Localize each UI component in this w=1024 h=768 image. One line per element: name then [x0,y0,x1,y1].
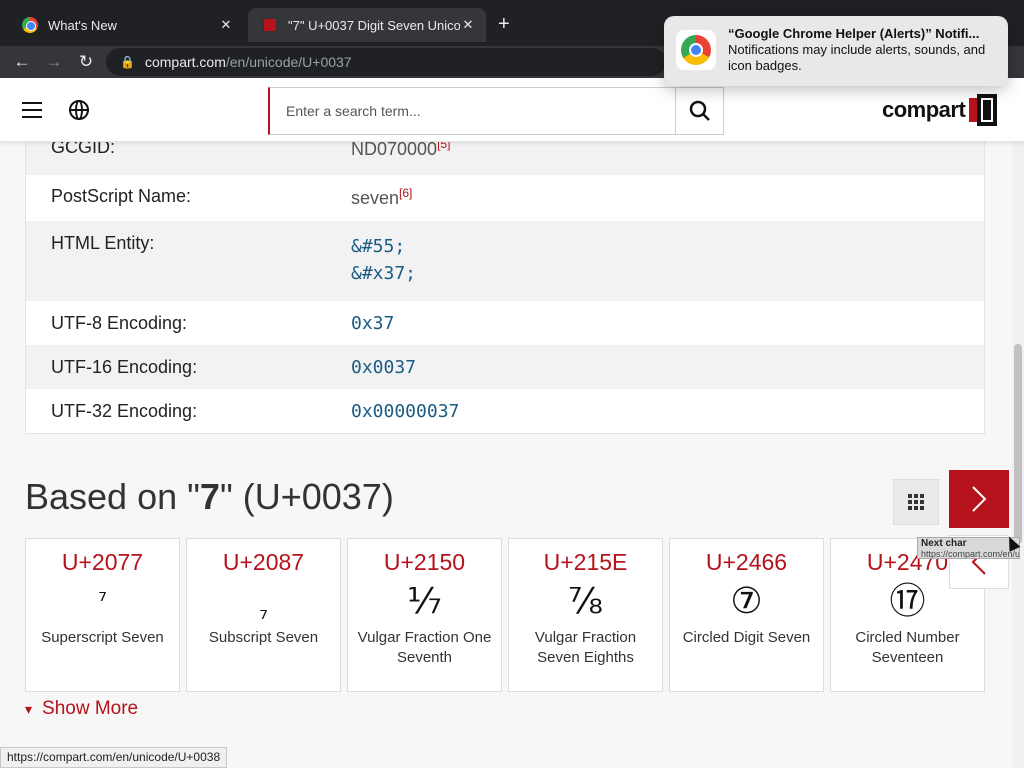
show-more-label: Show More [42,698,139,719]
info-row-utf8: UTF-8 Encoding: 0x37 [26,301,984,345]
tab-title: What's New [48,17,117,33]
card-name: Subscript Seven [208,629,319,646]
url-path: /en/unicode/U+0037 [225,54,352,70]
compart-favicon-icon [262,17,278,33]
search-bar [268,87,724,135]
info-key: UTF-32 Encoding: [51,401,198,421]
card-code: U+2466 [705,549,788,575]
card-glyph: ₇ [259,600,268,625]
close-tab-icon[interactable]: ✕ [218,17,234,33]
info-key: UTF-16 Encoding: [51,357,198,377]
search-button[interactable] [675,88,723,134]
notification-body: Notifications may include alerts, sounds… [728,42,986,73]
notification-title: “Google Chrome Helper (Alerts)” Notifi..… [728,26,980,41]
forward-arrow-icon[interactable]: → [42,50,66,74]
chevron-right-icon [972,486,987,512]
compart-logo[interactable]: compart [882,94,998,126]
entity-decimal: &#55; [351,236,406,257]
grid-view-button[interactable] [893,479,939,525]
menu-icon[interactable] [22,102,42,118]
related-characters-carousel: U+2077 ⁷ Superscript Seven U+2087 ₇ Subs… [25,538,985,692]
search-input[interactable] [270,88,675,134]
character-card[interactable]: U+215E ⅞ Vulgar Fraction Seven Eighths [508,538,663,692]
info-value: seven[6] [351,186,413,208]
info-key: UTF-8 Encoding: [51,313,188,333]
reload-icon[interactable]: ↻ [74,50,98,74]
close-tab-icon[interactable]: ✕ [460,17,476,33]
info-value: ND070000[5] [351,142,450,160]
tab-whats-new[interactable]: What's New ✕ [8,8,244,42]
info-row-gcgid: GCGID: ND070000[5] [26,142,984,175]
info-row-postscript: PostScript Name: seven[6] [26,175,984,221]
notification-text: “Google Chrome Helper (Alerts)” Notifi..… [728,26,996,76]
info-key: GCGID: [51,142,116,157]
card-name: Superscript Seven [41,629,164,646]
info-row-utf16: UTF-16 Encoding: 0x0037 [26,345,984,389]
character-card[interactable]: U+2150 ⅐ Vulgar Fraction One Seventh [347,538,502,692]
character-card[interactable]: U+2077 ⁷ Superscript Seven [25,538,180,692]
card-glyph: ⅐ [407,581,442,622]
info-row-html-entity: HTML Entity: &#55; &#x37; [26,221,984,301]
card-code: U+2077 [61,549,144,575]
info-row-utf32: UTF-32 Encoding: 0x00000037 [26,389,984,433]
show-more-link[interactable]: ▾ Show More [25,698,138,720]
card-name: Vulgar Fraction One Seventh [357,629,492,666]
info-value: 0x37 [351,313,395,334]
card-code: U+215E [543,549,628,575]
reference-link[interactable]: [6] [399,186,412,200]
back-arrow-icon[interactable]: ← [10,50,34,74]
chevron-down-icon: ▾ [25,700,33,717]
tooltip-title: Next char [921,538,967,549]
tab-title: "7" U+0037 Digit Seven Unicode Character [288,17,460,33]
card-code: U+2087 [222,549,305,575]
url-host: compart.com [144,54,226,70]
info-value: &#55; &#x37; [351,233,416,287]
scrollbar-thumb[interactable] [1014,344,1022,544]
tooltip-url: https://compart.com/en/unicode/U+0038 [921,549,1020,559]
system-notification[interactable]: “Google Chrome Helper (Alerts)” Notifi..… [664,16,1008,86]
status-bar-url: https://compart.com/en/unicode/U+0038 [0,747,228,768]
site-header: compart [0,78,1024,142]
character-card[interactable]: U+2087 ₇ Subscript Seven [186,538,341,692]
info-key: HTML Entity: [51,233,155,253]
info-value: 0x00000037 [351,401,460,422]
card-glyph: ⁷ [98,589,107,614]
new-tab-button[interactable]: + [498,13,510,36]
globe-icon[interactable] [69,100,89,120]
card-name: Vulgar Fraction Seven Eighths [534,629,637,666]
entity-hex: &#x37; [351,263,417,284]
logo-text: compart [882,97,966,122]
next-char-button[interactable] [949,470,1009,528]
card-glyph: ⑦ [730,581,763,622]
reference-link[interactable]: [5] [437,142,450,151]
card-name: Circled Digit Seven [682,629,811,646]
compart-logo-icon [969,94,998,126]
card-name: Circled Number Seventeen [855,629,960,666]
lock-icon: 🔒 [120,55,135,69]
tab-digit-seven[interactable]: "7" U+0037 Digit Seven Unicode Character… [248,8,486,42]
page-scrollbar[interactable] [1012,142,1024,768]
chrome-favicon-icon [22,17,38,33]
section-title: Based on "7" (U+0037) [25,476,394,517]
encoding-info-table: GCGID: ND070000[5] PostScript Name: seve… [25,142,985,434]
info-value: 0x0037 [351,357,417,378]
grid-icon [908,494,924,510]
search-icon [689,100,710,121]
chrome-app-icon [676,30,716,70]
character-card[interactable]: U+2466 ⑦ Circled Digit Seven [669,538,824,692]
page-content: GCGID: ND070000[5] PostScript Name: seve… [0,142,1012,768]
info-key: PostScript Name: [51,186,192,206]
address-bar[interactable]: 🔒 compart.com/en/unicode/U+0037 [106,48,666,76]
card-code: U+2150 [383,549,466,575]
card-glyph: ⅞ [568,581,603,622]
